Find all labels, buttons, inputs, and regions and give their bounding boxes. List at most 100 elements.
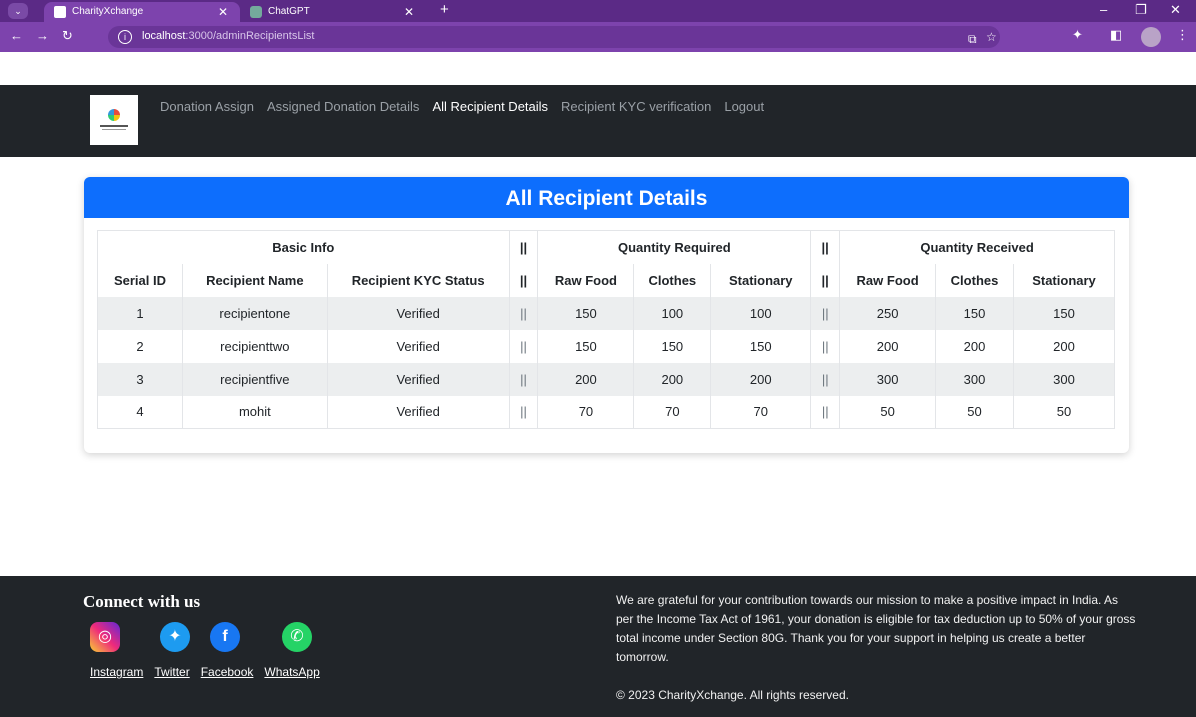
column-header-serial-id: Serial ID: [97, 263, 183, 297]
column-header-required-raw-food: Raw Food: [537, 263, 635, 297]
cell-separator: ||: [810, 329, 841, 363]
column-header-kyc-status: Recipient KYC Status: [327, 263, 510, 297]
cell-kyc-status: Verified: [327, 395, 510, 429]
cell-required-clothes: 150: [633, 329, 712, 363]
new-tab-icon[interactable]: +: [440, 1, 449, 18]
cell-required-raw-food: 200: [537, 362, 635, 396]
table-row: 2 recipienttwo Verified || 150 150 150 |…: [97, 329, 1116, 363]
tab-title: ChatGPT: [268, 6, 310, 17]
column-header-received-raw-food: Raw Food: [839, 263, 937, 297]
cell-required-clothes: 200: [633, 362, 712, 396]
site-info-icon[interactable]: i: [118, 30, 132, 44]
cell-received-clothes: 50: [935, 395, 1014, 429]
cell-received-stationary: 50: [1013, 395, 1116, 429]
cell-separator: ||: [509, 296, 539, 330]
url-text: localhost:3000/adminRecipientsList: [142, 30, 315, 42]
group-header-quantity-received: Quantity Received: [839, 230, 1115, 264]
column-header-received-clothes: Clothes: [935, 263, 1014, 297]
cell-received-stationary: 200: [1013, 329, 1116, 363]
column-header-required-stationary: Stationary: [710, 263, 812, 297]
forward-icon[interactable]: →: [36, 28, 49, 43]
side-panel-icon[interactable]: ◧: [1110, 27, 1122, 43]
link-facebook[interactable]: Facebook: [201, 665, 254, 679]
cell-separator: ||: [810, 362, 841, 396]
whatsapp-icon[interactable]: ✆: [282, 622, 312, 652]
bookmark-star-icon[interactable]: ☆: [986, 30, 997, 44]
charityxchange-favicon-icon: [54, 6, 66, 18]
nav-logout[interactable]: Logout: [724, 99, 764, 114]
browser-address-bar: ← → ↻ i localhost:3000/adminRecipientsLi…: [0, 22, 1196, 52]
cell-required-clothes: 100: [633, 296, 712, 330]
nav-links: Donation Assign Assigned Donation Detail…: [160, 99, 764, 114]
cell-recipient-name: recipienttwo: [182, 329, 328, 363]
cell-serial-id: 4: [97, 395, 183, 429]
cell-separator: ||: [810, 395, 841, 429]
cell-received-stationary: 300: [1013, 362, 1116, 396]
group-header-quantity-required: Quantity Required: [537, 230, 812, 264]
footer-social-links: Instagram Twitter Facebook WhatsApp: [90, 665, 320, 679]
cell-recipient-name: recipientone: [182, 296, 328, 330]
minimize-icon[interactable]: –: [1100, 2, 1107, 17]
tab-close-icon[interactable]: ✕: [404, 2, 414, 22]
profile-avatar[interactable]: [1141, 27, 1161, 47]
restore-icon[interactable]: ❐: [1135, 2, 1147, 18]
cell-separator: ||: [810, 296, 841, 330]
cell-recipient-name: recipientfive: [182, 362, 328, 396]
browser-tab-bar: ⌄ CharityXchange ✕ ChatGPT ✕ + – ❐ ✕: [0, 0, 1196, 22]
menu-kebab-icon[interactable]: ⋮: [1176, 27, 1189, 43]
table-row: 3 recipientfive Verified || 200 200 200 …: [97, 362, 1116, 396]
chatgpt-favicon-icon: [250, 6, 262, 18]
tab-charityxchange[interactable]: CharityXchange ✕: [44, 2, 240, 22]
group-separator: ||: [810, 230, 841, 264]
cell-separator: ||: [509, 395, 539, 429]
cast-icon[interactable]: ⧉: [968, 32, 977, 47]
cell-required-stationary: 200: [710, 362, 812, 396]
nav-all-recipient-details[interactable]: All Recipient Details: [432, 99, 548, 114]
facebook-icon[interactable]: f: [210, 622, 240, 652]
back-icon[interactable]: ←: [10, 28, 23, 43]
footer-about-text: We are grateful for your contribution to…: [616, 593, 1136, 664]
instagram-icon[interactable]: ◎: [90, 622, 120, 652]
link-twitter[interactable]: Twitter: [154, 665, 189, 679]
cell-received-clothes: 300: [935, 362, 1014, 396]
group-header-basic-info: Basic Info: [97, 230, 510, 264]
tab-chatgpt[interactable]: ChatGPT ✕: [240, 2, 426, 22]
link-instagram[interactable]: Instagram: [90, 665, 143, 679]
cell-required-stationary: 150: [710, 329, 812, 363]
column-separator: ||: [810, 263, 841, 297]
cell-received-raw-food: 50: [839, 395, 937, 429]
tab-search-button[interactable]: ⌄: [8, 3, 28, 19]
cell-serial-id: 1: [97, 296, 183, 330]
table-row: 4 mohit Verified || 70 70 70 || 50 50 50: [97, 395, 1116, 429]
tab-title: CharityXchange: [72, 6, 144, 17]
cell-required-stationary: 100: [710, 296, 812, 330]
cell-separator: ||: [509, 329, 539, 363]
site-footer: Connect with us ◎ ✦ f ✆ Instagram Twitte…: [0, 576, 1196, 717]
link-whatsapp[interactable]: WhatsApp: [264, 665, 319, 679]
url-input[interactable]: i localhost:3000/adminRecipientsList ⧉ ☆: [108, 26, 1000, 48]
recipient-details-card: All Recipient Details Basic Info || Quan…: [84, 177, 1129, 453]
cell-received-clothes: 200: [935, 329, 1014, 363]
cell-kyc-status: Verified: [327, 362, 510, 396]
tab-close-icon[interactable]: ✕: [218, 2, 228, 22]
cell-received-raw-food: 250: [839, 296, 937, 330]
extensions-icon[interactable]: ✦: [1072, 27, 1083, 43]
nav-assigned-donation-details[interactable]: Assigned Donation Details: [267, 99, 419, 114]
cell-serial-id: 3: [97, 362, 183, 396]
cell-received-clothes: 150: [935, 296, 1014, 330]
nav-donation-assign[interactable]: Donation Assign: [160, 99, 254, 114]
reload-icon[interactable]: ↻: [62, 28, 73, 44]
column-header-recipient-name: Recipient Name: [182, 263, 328, 297]
charityxchange-logo[interactable]: [90, 95, 138, 145]
close-window-icon[interactable]: ✕: [1170, 2, 1181, 18]
group-separator: ||: [509, 230, 539, 264]
twitter-icon[interactable]: ✦: [160, 622, 190, 652]
nav-recipient-kyc-verification[interactable]: Recipient KYC verification: [561, 99, 711, 114]
recipient-table: Basic Info || Quantity Required || Quant…: [97, 230, 1116, 429]
footer-connect-title: Connect with us: [83, 592, 201, 611]
cell-required-clothes: 70: [633, 395, 712, 429]
column-header-required-clothes: Clothes: [633, 263, 712, 297]
cell-kyc-status: Verified: [327, 329, 510, 363]
column-separator: ||: [509, 263, 539, 297]
cell-received-raw-food: 200: [839, 329, 937, 363]
